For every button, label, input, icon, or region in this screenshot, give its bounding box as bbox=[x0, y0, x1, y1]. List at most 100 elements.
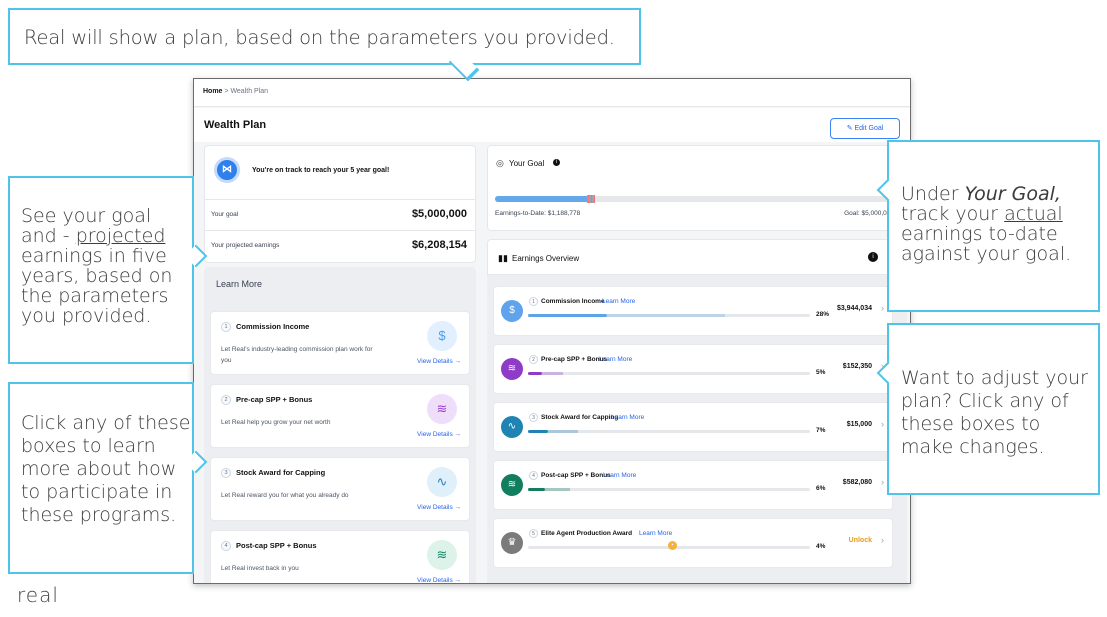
callout-adjust-plan: Want to adjust your plan? Click any of t… bbox=[876, 323, 1100, 495]
learn-more-card[interactable]: 1 Commission Income Let Real's industry-le… bbox=[210, 311, 470, 375]
callout-text: Want to adjust your plan? Click any of t… bbox=[901, 367, 1088, 458]
earnings-item-progress-projected bbox=[545, 488, 570, 491]
chevron-right-icon: › bbox=[881, 535, 884, 545]
earnings-item-card[interactable]: ∿ 3 Stock Award for Capping Learn More 7% $15… bbox=[493, 402, 893, 452]
earnings-item-icon: $ bbox=[501, 300, 523, 322]
earnings-item-percent: 6% bbox=[816, 485, 826, 492]
earnings-item-amount: $15,000 bbox=[846, 421, 872, 428]
earnings-item-icon: ≋ bbox=[501, 358, 523, 380]
step-number: 1 bbox=[221, 322, 231, 332]
learn-more-card-title: Commission Income bbox=[236, 322, 310, 331]
callout-plan-text: Real will show a plan, based on the para… bbox=[24, 26, 615, 49]
callout-pointer bbox=[448, 50, 480, 82]
learn-more-card-title: Pre-cap SPP + Bonus bbox=[236, 395, 313, 404]
step-number: 4 bbox=[221, 541, 231, 551]
step-number: 3 bbox=[221, 468, 231, 478]
learn-more-link[interactable]: Learn More bbox=[602, 298, 635, 305]
earnings-item-progress-fill bbox=[528, 372, 542, 375]
step-number: 5 bbox=[529, 529, 538, 538]
projected-earnings-label: Your projected earnings bbox=[211, 242, 280, 249]
earnings-item-title: Stock Award for Capping bbox=[541, 414, 619, 421]
step-number: 2 bbox=[529, 355, 538, 364]
earnings-item-percent: 4% bbox=[816, 543, 826, 550]
lock-icon: ▪ bbox=[668, 541, 677, 550]
earnings-item-icon: ♛ bbox=[501, 532, 523, 554]
callout-emphasis: Your Goal, bbox=[964, 183, 1061, 205]
bar-chart-icon: ▮▮ bbox=[498, 253, 508, 263]
info-icon[interactable]: i bbox=[553, 159, 560, 166]
pencil-icon: ✎ bbox=[846, 125, 855, 132]
projected-earnings-value: $6,208,154 bbox=[411, 239, 467, 251]
earnings-item-title: Pre-cap SPP + Bonus bbox=[541, 356, 608, 363]
chevron-right-icon: › bbox=[881, 477, 884, 487]
learn-more-panel: Learn More 1 Commission Income Let Real's … bbox=[204, 267, 476, 583]
view-details-link[interactable]: View Details → bbox=[417, 358, 461, 365]
learn-more-card-description: Let Real's industry-leading commission p… bbox=[221, 346, 373, 364]
earnings-item-card[interactable]: $1 Commission Income Learn More 28% $3,944,0… bbox=[493, 286, 893, 336]
your-goal-title: Your Goal bbox=[509, 159, 545, 168]
chart-growth-icon: ≋ bbox=[427, 540, 457, 570]
learn-more-link[interactable]: Learn More bbox=[603, 472, 636, 479]
earnings-item-card[interactable]: ≋ 4 Post-cap SPP + Bonus Learn More 6% $582,0… bbox=[493, 460, 893, 510]
step-number: 1 bbox=[529, 297, 538, 306]
learn-more-card[interactable]: 4 Post-cap SPP + Bonus Let Real invest bac… bbox=[210, 530, 470, 583]
learn-more-card[interactable]: 2 Pre-cap SPP + Bonus Let Real help you gr… bbox=[210, 384, 470, 448]
step-number: 3 bbox=[529, 413, 538, 422]
goal-progress-bar bbox=[495, 195, 905, 203]
goal-status-card: ⋈ You're on track to reach your 5 year g… bbox=[204, 145, 476, 263]
earnings-item-progress-fill bbox=[528, 430, 548, 433]
breadcrumb-home[interactable]: Home bbox=[203, 88, 222, 95]
chevron-right-icon: › bbox=[881, 419, 884, 429]
earnings-item-card[interactable]: ≋ 2 Pre-cap SPP + Bonus Learn More 5% $152,35… bbox=[493, 344, 893, 394]
edit-goal-button[interactable]: ✎ Edit Goal bbox=[830, 118, 900, 139]
earnings-item-amount: Unlock bbox=[848, 537, 872, 544]
earnings-item-progress-projected bbox=[548, 430, 578, 433]
chart-growth-icon: ≋ bbox=[427, 394, 457, 424]
earnings-item-percent: 7% bbox=[816, 427, 826, 434]
info-icon[interactable]: i bbox=[868, 252, 878, 262]
view-details-link[interactable]: View Details → bbox=[417, 577, 461, 583]
view-details-link[interactable]: View Details → bbox=[417, 431, 461, 438]
earnings-overview-title: Earnings Overview bbox=[512, 254, 580, 263]
earnings-item-title: Commission Income bbox=[541, 298, 605, 305]
projected-earnings-row: Your projected earnings $6,208,154 bbox=[205, 230, 475, 260]
learn-more-link[interactable]: Learn More bbox=[599, 356, 632, 363]
learn-more-link[interactable]: Learn More bbox=[611, 414, 644, 421]
earnings-item-percent: 28% bbox=[816, 311, 830, 318]
earnings-item-card[interactable]: ♛ 5 Elite Agent Production Award Learn More… bbox=[493, 518, 893, 568]
breadcrumb-current: Wealth Plan bbox=[230, 88, 269, 95]
learn-more-card-title: Stock Award for Capping bbox=[236, 468, 326, 477]
on-track-message: You're on track to reach your 5 year goa… bbox=[252, 167, 390, 174]
earnings-item-progress bbox=[528, 430, 810, 433]
earnings-item-title: Post-cap SPP + Bonus bbox=[541, 472, 611, 479]
callout-text: earnings to-date against your goal. bbox=[901, 223, 1072, 265]
learn-more-card-title: Post-cap SPP + Bonus bbox=[236, 541, 317, 550]
learn-more-card[interactable]: 3 Stock Award for Capping Let Real reward … bbox=[210, 457, 470, 521]
pulse-icon: ∿ bbox=[427, 467, 457, 497]
learn-more-title: Learn More bbox=[216, 279, 263, 289]
wealth-icon: ⋈ bbox=[214, 157, 240, 183]
earnings-item-progress-fill bbox=[528, 314, 607, 317]
callout-text: Click any of these boxes to learn more a… bbox=[21, 412, 191, 526]
goal-progress-marker bbox=[587, 195, 595, 203]
earnings-item-title: Elite Agent Production Award bbox=[541, 530, 633, 537]
earnings-item-amount: $152,350 bbox=[842, 363, 872, 370]
callout-learn-more: Click any of these boxes to learn more a… bbox=[8, 382, 208, 574]
earnings-item-progress-projected bbox=[542, 372, 563, 375]
edit-goal-label: Edit Goal bbox=[854, 125, 884, 132]
your-goal-value: $5,000,000 bbox=[411, 208, 467, 220]
callout-your-goal: Under Your Goal, track your actual earni… bbox=[876, 140, 1100, 312]
callout-plan: Real will show a plan, based on the para… bbox=[8, 8, 641, 82]
earnings-overview-panel: ▮▮ Earnings Overview i $1 Commission Inco… bbox=[487, 239, 907, 583]
goal-progress-fill bbox=[495, 196, 589, 202]
app-window: Home > Wealth Plan Wealth Plan ✎ Edit Go… bbox=[193, 78, 911, 584]
callout-goal-projected: See your goal and - projected earnings i… bbox=[8, 176, 208, 364]
callout-underline: projected bbox=[75, 225, 166, 247]
breadcrumb: Home > Wealth Plan bbox=[194, 79, 910, 107]
callout-text: Under bbox=[901, 183, 965, 205]
earnings-item-icon: ≋ bbox=[501, 474, 523, 496]
target-icon: ◎ bbox=[496, 158, 504, 168]
earnings-item-progress bbox=[528, 372, 810, 375]
learn-more-link[interactable]: Learn More bbox=[639, 530, 672, 537]
view-details-link[interactable]: View Details → bbox=[417, 504, 461, 511]
